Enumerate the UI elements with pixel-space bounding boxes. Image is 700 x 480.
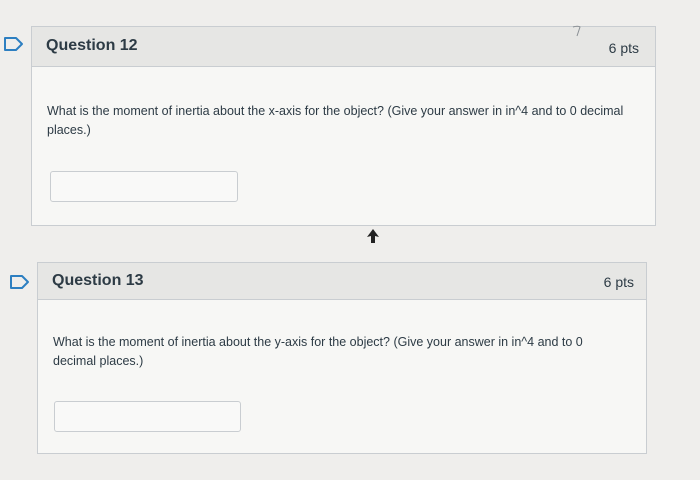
question-title: Question 13 (52, 272, 144, 289)
question-text: What is the moment of inertia about the … (53, 335, 583, 368)
flag-question-icon[interactable] (3, 36, 25, 52)
question-points: 6 pts (608, 40, 639, 56)
question-card: Question 13 6 pts What is the moment of … (37, 262, 647, 454)
question-header: Question 12 6 pts (32, 27, 655, 67)
question-points: 6 pts (603, 274, 634, 290)
question-title: Question 12 (46, 37, 138, 54)
flag-question-icon[interactable] (9, 274, 31, 290)
question-text: What is the moment of inertia about the … (47, 104, 624, 137)
answer-input[interactable] (50, 171, 238, 202)
question-card: Question 12 6 pts What is the moment of … (31, 26, 656, 226)
pen-mark-icon (571, 24, 583, 43)
mouse-pointer-icon (366, 228, 380, 249)
question-header: Question 13 6 pts (38, 263, 646, 300)
answer-input[interactable] (54, 401, 241, 432)
